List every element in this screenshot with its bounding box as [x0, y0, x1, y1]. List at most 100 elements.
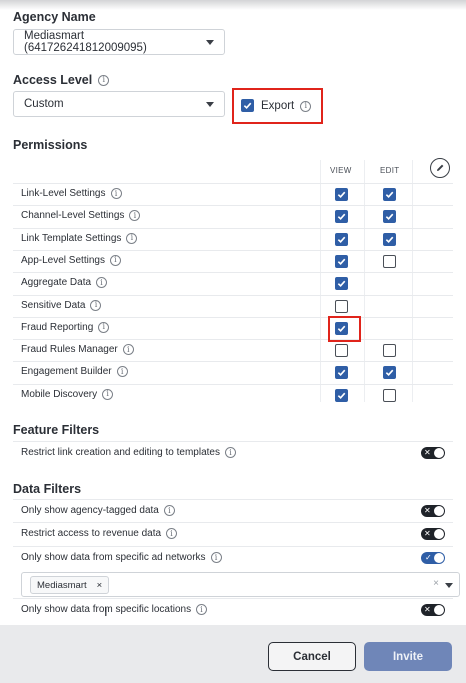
- chevron-down-icon[interactable]: [445, 583, 453, 588]
- cancel-button[interactable]: Cancel: [268, 642, 356, 671]
- check-icon: [337, 191, 346, 199]
- check-icon: [337, 370, 346, 377]
- info-icon[interactable]: i: [129, 210, 141, 222]
- ad-network-chip: Mediasmart ×: [30, 576, 110, 594]
- fraud-reporting-highlight-box: [328, 316, 361, 342]
- info-icon[interactable]: i: [90, 299, 102, 311]
- permission-label-group: App-Level Settings i: [21, 254, 121, 266]
- view-checkbox[interactable]: [335, 366, 348, 380]
- feature-filters-heading: Feature Filters: [13, 423, 100, 437]
- permission-row: App-Level Settings i: [13, 249, 453, 272]
- filter-label-group: Only show data from specific ad networks…: [21, 552, 222, 563]
- info-icon[interactable]: i: [210, 552, 222, 563]
- agency-select[interactable]: Mediasmart (641726241812009095): [13, 29, 225, 55]
- view-column-header: VIEW: [330, 166, 352, 175]
- data-filter-row: Only show agency-tagged data i ✕: [13, 499, 453, 521]
- export-checkbox[interactable]: [241, 99, 254, 112]
- toggle-switch[interactable]: ✕: [421, 528, 445, 540]
- permission-label: Channel-Level Settings: [21, 210, 125, 222]
- clear-selection-icon[interactable]: ×: [433, 578, 439, 589]
- edit-checkbox[interactable]: [383, 254, 396, 268]
- toggle-switch[interactable]: ✕: [421, 447, 445, 459]
- permission-label-group: Link-Level Settings i: [21, 188, 122, 199]
- info-icon[interactable]: i: [102, 388, 114, 400]
- filter-label: Only show agency-tagged data: [21, 505, 159, 516]
- info-icon[interactable]: i: [96, 277, 108, 289]
- info-icon[interactable]: i: [109, 254, 121, 266]
- ad-networks-select[interactable]: Mediasmart × ×: [21, 572, 460, 597]
- permission-row: Fraud Reporting i: [13, 316, 453, 339]
- view-checkbox[interactable]: [335, 277, 348, 291]
- info-icon[interactable]: i: [110, 188, 122, 199]
- view-checkbox[interactable]: [335, 388, 348, 402]
- top-shade: [0, 0, 466, 10]
- view-checkbox[interactable]: [335, 232, 348, 246]
- permission-row: Link Template Settings i: [13, 227, 453, 250]
- permission-label-group: Channel-Level Settings i: [21, 210, 141, 222]
- info-icon[interactable]: i: [163, 505, 175, 516]
- check-icon: [337, 280, 346, 288]
- edit-checkbox[interactable]: [383, 188, 396, 201]
- pencil-icon: [437, 164, 444, 171]
- toggle-switch[interactable]: ✕: [421, 505, 445, 517]
- edit-checkbox[interactable]: [383, 344, 396, 358]
- agency-name-heading: Agency Name: [13, 10, 96, 24]
- info-icon[interactable]: i: [225, 447, 236, 458]
- info-icon[interactable]: i: [126, 232, 138, 244]
- info-icon[interactable]: i: [98, 74, 110, 86]
- permission-label: Fraud Rules Manager: [21, 344, 118, 356]
- view-checkbox[interactable]: [335, 344, 348, 358]
- feature-filter-row: Restrict link creation and editing to te…: [13, 441, 453, 463]
- export-label: Export: [261, 100, 295, 112]
- close-icon: ✕: [424, 448, 431, 457]
- close-icon: ✕: [424, 529, 431, 538]
- permission-row: Fraud Rules Manager i: [13, 339, 453, 361]
- info-icon[interactable]: i: [300, 100, 312, 112]
- filter-label-group: Only show data from specific locations i: [21, 604, 208, 615]
- toggle-knob: [434, 553, 444, 563]
- text-cursor-icon: I: [104, 604, 108, 619]
- permission-row: Channel-Level Settings i: [13, 205, 453, 227]
- check-icon: [385, 236, 394, 243]
- filter-label: Only show data from specific ad networks: [21, 552, 206, 563]
- filter-label: Restrict access to revenue data: [21, 528, 162, 539]
- edit-checkbox[interactable]: [383, 388, 396, 402]
- filter-label-group: Restrict access to revenue data i: [21, 528, 178, 539]
- access-level-select[interactable]: Custom: [13, 91, 225, 117]
- check-icon: [337, 213, 346, 221]
- permission-label-group: Aggregate Data i: [21, 277, 108, 289]
- toggle-switch[interactable]: ✓: [421, 552, 445, 564]
- toggle-switch[interactable]: ✕: [421, 604, 445, 616]
- info-icon[interactable]: i: [116, 366, 128, 378]
- permission-label: Sensitive Data: [21, 299, 86, 311]
- edit-checkbox[interactable]: [383, 366, 396, 380]
- view-checkbox[interactable]: [335, 299, 348, 313]
- view-checkbox[interactable]: [335, 254, 348, 268]
- info-icon[interactable]: i: [196, 604, 208, 615]
- edit-permissions-button[interactable]: [430, 158, 450, 178]
- info-icon[interactable]: i: [98, 321, 110, 333]
- info-icon[interactable]: i: [166, 528, 178, 539]
- data-filter-row: Only show data from specific ad networks…: [13, 546, 453, 568]
- permission-label: Aggregate Data: [21, 277, 92, 289]
- permission-label: Engagement Builder: [21, 366, 112, 378]
- edit-checkbox[interactable]: [383, 232, 396, 246]
- permission-label: Fraud Reporting: [21, 321, 94, 333]
- permission-label: Mobile Discovery: [21, 388, 98, 400]
- permission-label-group: Engagement Builder i: [21, 366, 128, 378]
- filter-label-group: Restrict link creation and editing to te…: [21, 447, 236, 458]
- close-icon: ✕: [424, 506, 431, 515]
- close-icon: ✕: [424, 605, 431, 614]
- view-checkbox[interactable]: [335, 188, 348, 201]
- chip-remove-icon[interactable]: ×: [97, 580, 103, 591]
- edit-checkbox[interactable]: [383, 210, 396, 224]
- info-icon[interactable]: i: [122, 344, 134, 356]
- data-filters-heading: Data Filters: [13, 482, 82, 496]
- agency-select-value: Mediasmart (641726241812009095): [24, 30, 147, 54]
- check-icon: [243, 102, 252, 110]
- view-checkbox[interactable]: [335, 210, 348, 224]
- check-icon: [385, 191, 394, 199]
- chevron-down-icon: [206, 39, 214, 45]
- invite-button[interactable]: Invite: [364, 642, 452, 671]
- filter-label-group: Only show agency-tagged data i: [21, 505, 175, 516]
